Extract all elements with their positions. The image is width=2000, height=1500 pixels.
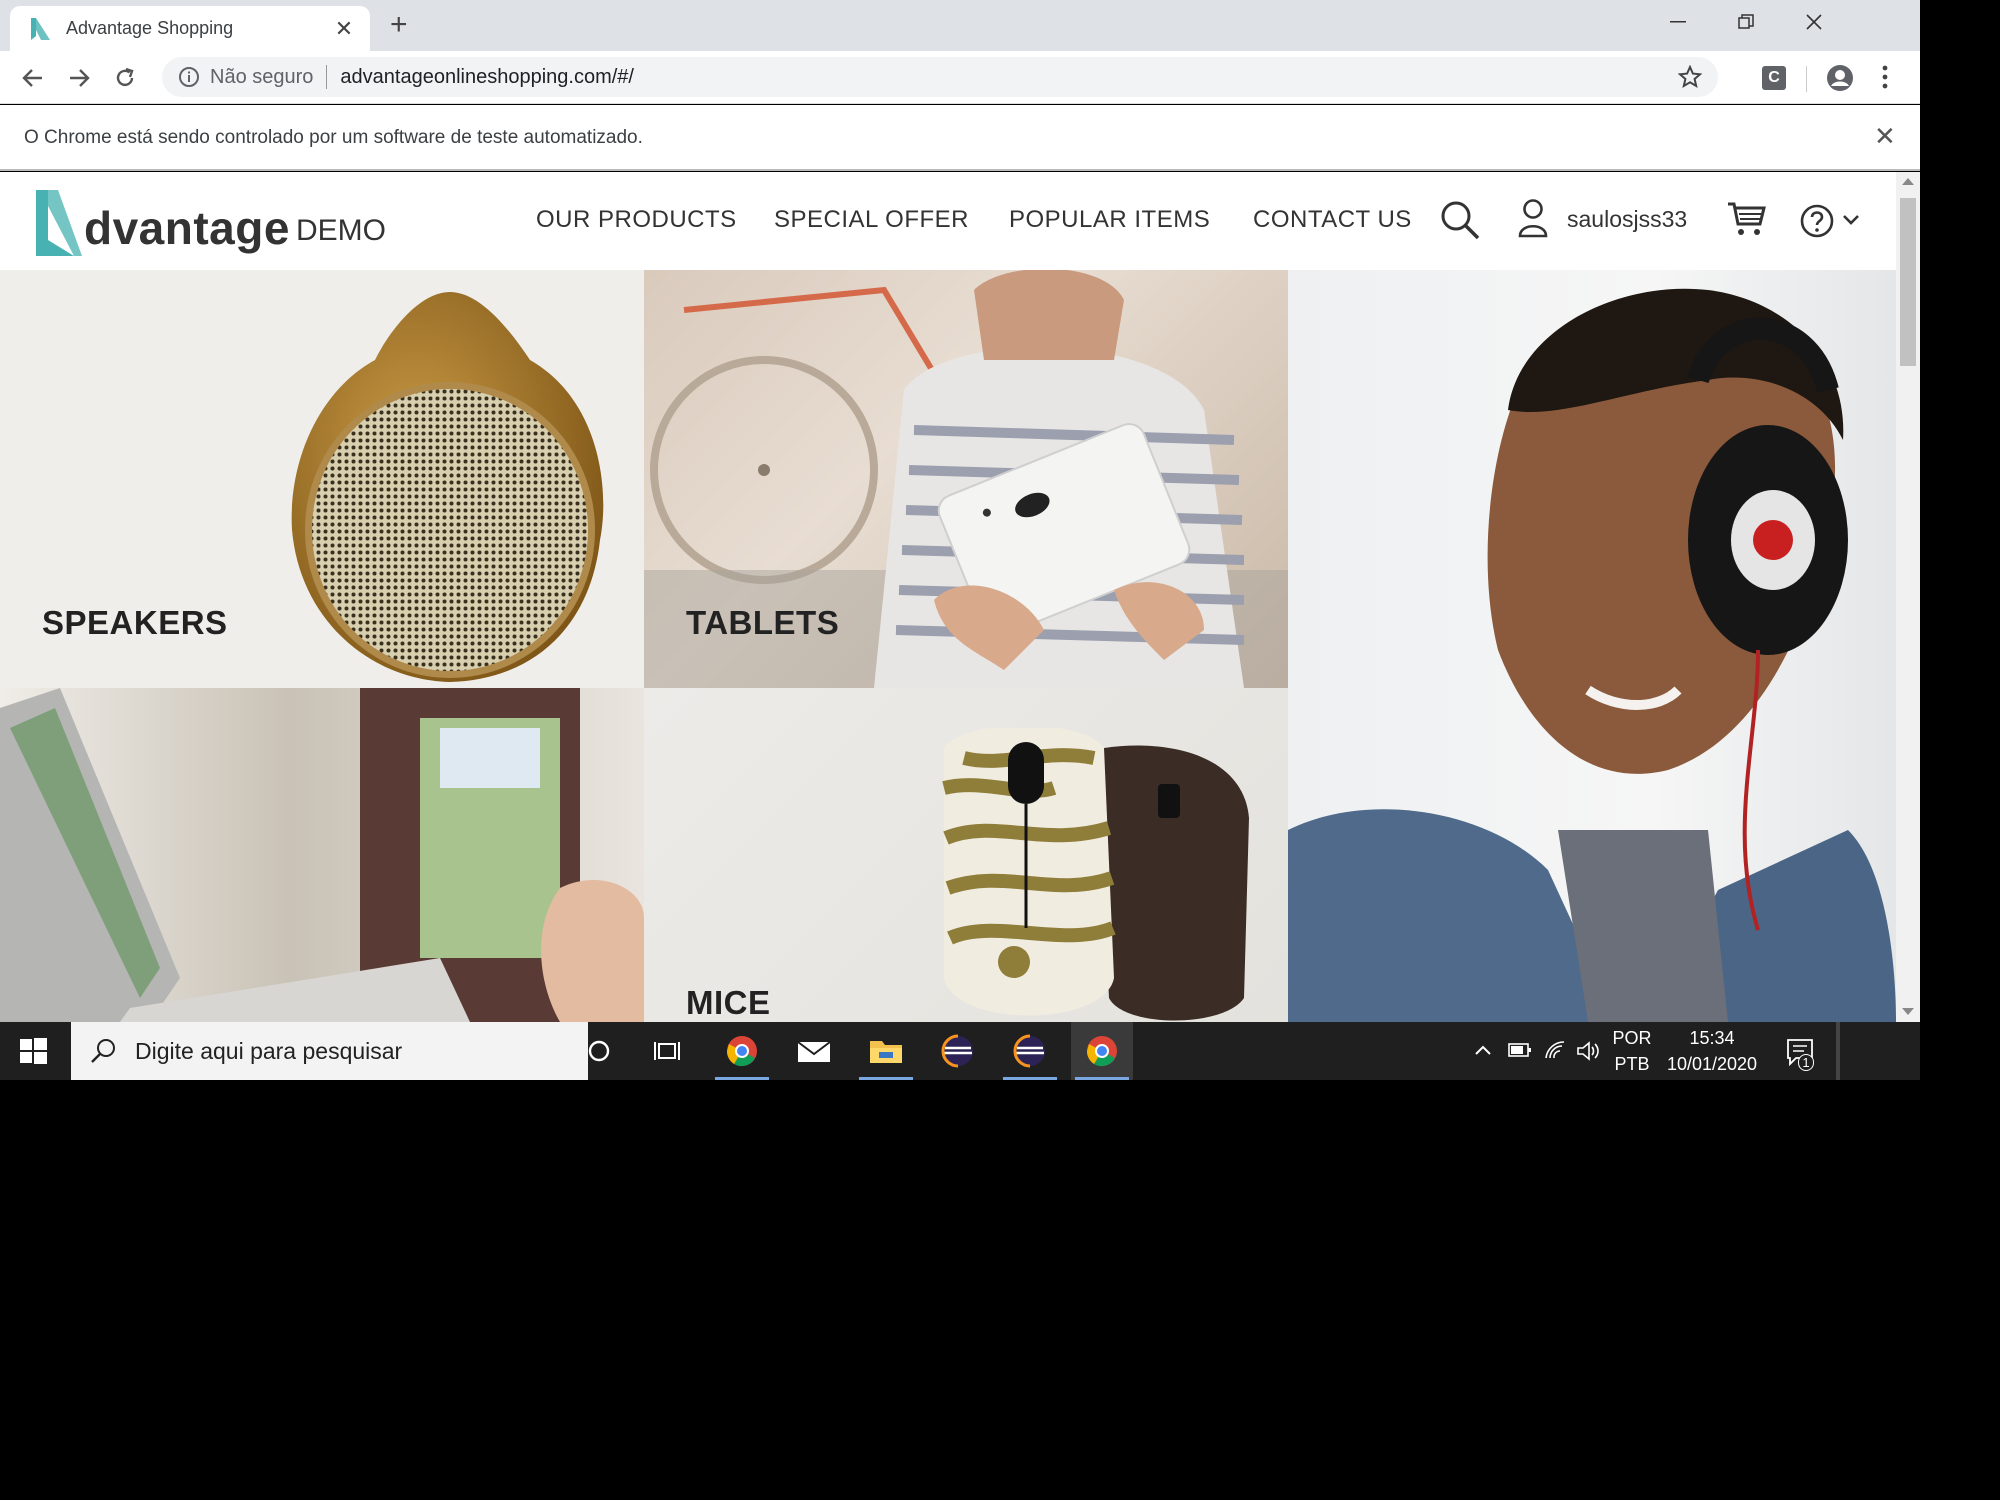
cortana-icon[interactable] — [568, 1022, 630, 1080]
tablets-label[interactable]: TABLETS — [686, 604, 839, 642]
new-tab-icon[interactable]: + — [390, 10, 408, 40]
chrome-menu-icon[interactable] — [1880, 62, 1890, 92]
clock-time[interactable]: 15:34 — [1662, 1028, 1762, 1049]
username-label[interactable]: saulosjss33 — [1567, 206, 1687, 233]
security-label: Não seguro — [210, 65, 314, 88]
taskbar-search-placeholder: Digite aqui para pesquisar — [135, 1037, 403, 1064]
taskbar-search-box[interactable]: Digite aqui para pesquisar — [71, 1022, 588, 1080]
taskbar-chrome-icon[interactable] — [711, 1022, 773, 1080]
profile-icon[interactable] — [1826, 64, 1854, 92]
taskbar-search-icon — [91, 1039, 115, 1063]
mice-label[interactable]: MICE — [686, 984, 771, 1022]
scroll-down-icon[interactable] — [1902, 1008, 1914, 1015]
speakers-category-tile[interactable]: SPEAKERS — [0, 270, 644, 688]
laptop-image — [0, 688, 644, 1022]
taskbar-file-explorer-icon[interactable] — [855, 1022, 917, 1080]
reload-icon[interactable] — [108, 61, 142, 95]
minimize-icon[interactable] — [1644, 0, 1712, 44]
tab-title: Advantage Shopping — [66, 18, 234, 38]
tray-chevron-up-icon[interactable] — [1474, 1044, 1492, 1056]
chevron-down-icon[interactable] — [1842, 214, 1860, 226]
forward-icon[interactable] — [62, 61, 96, 95]
back-icon[interactable] — [16, 61, 50, 95]
search-icon[interactable] — [1440, 200, 1480, 240]
volume-icon[interactable] — [1576, 1040, 1600, 1062]
headphones-person-image — [1288, 288, 1896, 1022]
site-header: dvantage DEMO OUR PRODUCTS SPECIAL OFFER… — [0, 172, 1896, 270]
taskbar-mail-icon[interactable] — [783, 1022, 845, 1080]
battery-icon[interactable] — [1508, 1042, 1532, 1058]
nav-popular-items[interactable]: POPULAR ITEMS — [1009, 206, 1210, 234]
user-icon[interactable] — [1517, 198, 1549, 238]
headphones-category-tile[interactable] — [1288, 270, 1896, 1022]
clock-date[interactable]: 10/01/2020 — [1662, 1054, 1762, 1075]
screen: Advantage Shopping ✕ + Não seguro advant… — [0, 0, 1920, 1080]
cart-icon[interactable] — [1726, 200, 1766, 238]
logo-demo-label: DEMO — [295, 214, 386, 247]
browser-tab[interactable]: Advantage Shopping ✕ — [10, 6, 370, 51]
tab-close-icon[interactable]: ✕ — [332, 16, 356, 42]
browser-toolbar: Não seguro advantageonlineshopping.com/#… — [0, 51, 1920, 104]
wifi-icon[interactable] — [1544, 1040, 1566, 1060]
url-text[interactable]: advantageonlineshopping.com/#/ — [340, 66, 1678, 89]
show-desktop-button[interactable] — [1836, 1022, 1840, 1080]
mice-image — [942, 728, 1249, 1021]
infobar-message: O Chrome está sendo controlado por um so… — [24, 127, 643, 148]
site-logo[interactable]: dvantage DEMO — [34, 186, 386, 256]
restore-icon[interactable] — [1712, 0, 1780, 44]
mice-category-tile[interactable]: MICE — [644, 688, 1288, 1022]
automation-infobar: O Chrome está sendo controlado por um so… — [0, 105, 1920, 171]
extension-icon[interactable]: C — [1762, 66, 1786, 90]
scrollbar-thumb[interactable] — [1900, 198, 1916, 366]
nav-special-offer[interactable]: SPECIAL OFFER — [774, 206, 969, 234]
infobar-close-icon[interactable]: ✕ — [1874, 121, 1896, 152]
help-icon[interactable] — [1800, 204, 1834, 238]
logo-a-mark — [36, 190, 82, 256]
address-bar[interactable]: Não seguro advantageonlineshopping.com/#… — [162, 57, 1718, 97]
taskbar-chrome-active-icon[interactable] — [1071, 1022, 1133, 1080]
logo-wordmark: dvantage — [84, 202, 290, 254]
speaker-image — [291, 292, 604, 682]
nav-contact-us[interactable]: CONTACT US — [1253, 206, 1412, 234]
page-scrollbar[interactable] — [1896, 172, 1920, 1022]
bookmark-star-icon[interactable] — [1678, 65, 1702, 89]
omnibox-separator — [326, 65, 328, 89]
keyboard-layout-label[interactable]: PTB — [1612, 1054, 1652, 1075]
windows-start-icon[interactable] — [18, 1036, 48, 1066]
close-window-icon[interactable] — [1780, 0, 1848, 44]
web-page: dvantage DEMO OUR PRODUCTS SPECIAL OFFER… — [0, 172, 1896, 1022]
task-view-icon[interactable] — [636, 1022, 698, 1080]
nav-our-products[interactable]: OUR PRODUCTS — [536, 206, 737, 234]
scroll-up-icon[interactable] — [1902, 178, 1914, 185]
taskbar-eclipse-icon[interactable] — [927, 1022, 989, 1080]
notification-count-badge: 1 — [1798, 1054, 1814, 1071]
toolbar-divider — [1806, 66, 1807, 92]
tab-strip: Advantage Shopping ✕ + — [0, 0, 1920, 51]
advantage-favicon-icon — [31, 17, 50, 40]
info-icon[interactable] — [178, 66, 200, 88]
input-language-label[interactable]: POR — [1612, 1028, 1652, 1049]
speakers-label[interactable]: SPEAKERS — [42, 604, 228, 642]
laptops-category-tile[interactable] — [0, 688, 644, 1022]
taskbar-eclipse-2-icon[interactable] — [999, 1022, 1061, 1080]
windows-taskbar: Digite aqui para pesquisar POR PTB 15:34… — [0, 1022, 1920, 1080]
tablets-category-tile[interactable]: TABLETS — [644, 270, 1288, 688]
